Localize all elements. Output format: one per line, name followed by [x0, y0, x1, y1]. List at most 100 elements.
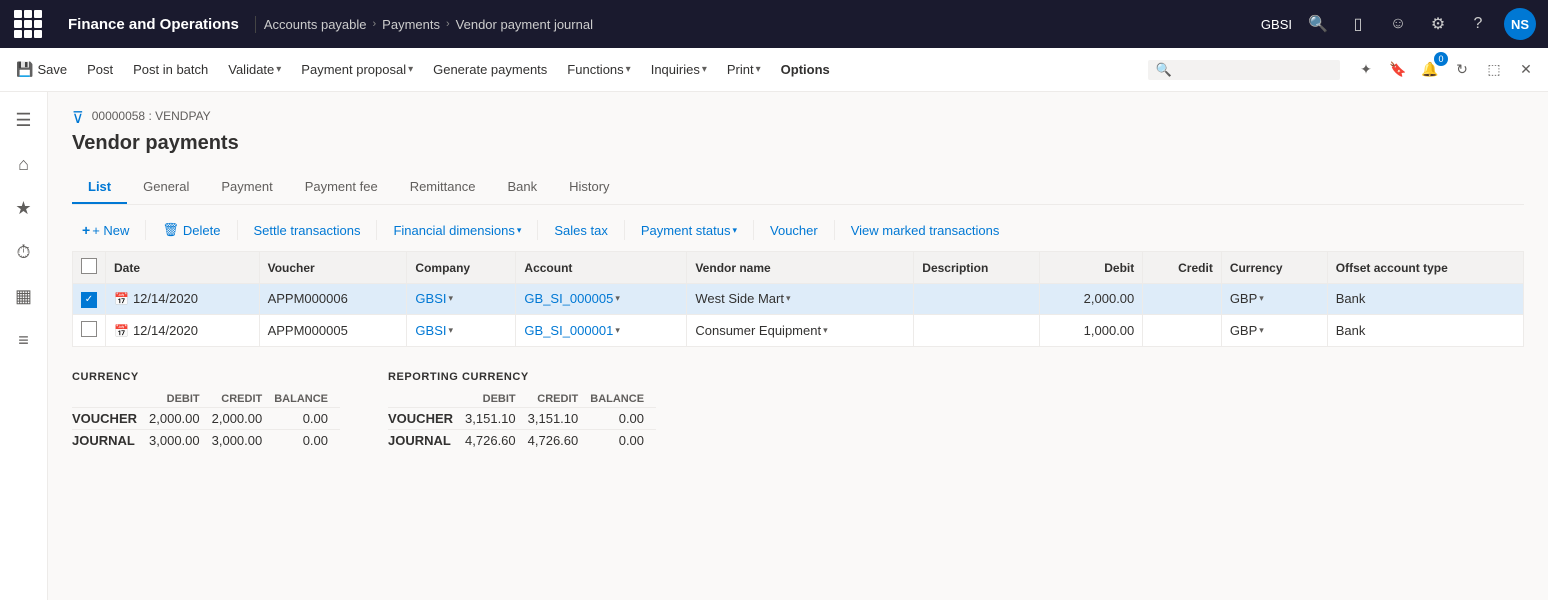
summary-credit: 3,000.00	[212, 429, 275, 451]
row-checkbox[interactable]	[81, 321, 97, 337]
settings-icon[interactable]: ⚙	[1424, 10, 1452, 38]
rc-summary-credit: 3,151.10	[528, 407, 591, 429]
sales-tax-button[interactable]: Sales tax	[544, 218, 617, 243]
search-input[interactable]	[1172, 62, 1332, 77]
vendor-caret[interactable]: ▾	[786, 293, 791, 304]
sidebar-workspace-icon[interactable]: ▦	[4, 276, 44, 316]
tab-list[interactable]: List	[72, 171, 127, 204]
row-currency: GBP ▾	[1221, 314, 1327, 346]
search-icon-top[interactable]: 🔍	[1304, 10, 1332, 38]
currency-caret[interactable]: ▾	[1259, 293, 1264, 304]
currency-summary: CURRENCY DEBIT CREDIT BALANCE VOUCHER 2,…	[72, 371, 340, 451]
table-row[interactable]: ✓ 📅12/14/2020 APPM000006 GBSI ▾ GB_SI_00…	[73, 284, 1524, 315]
tab-remittance[interactable]: Remittance	[394, 171, 492, 204]
row-checkbox[interactable]: ✓	[81, 292, 97, 308]
currency-caret[interactable]: ▾	[1259, 325, 1264, 336]
summary-section: CURRENCY DEBIT CREDIT BALANCE VOUCHER 2,…	[72, 371, 1524, 451]
view-marked-transactions-button[interactable]: View marked transactions	[841, 218, 1010, 243]
validate-button[interactable]: Validate ▾	[220, 58, 289, 81]
fin-dim-label: Financial dimensions	[393, 223, 514, 238]
account-caret[interactable]: ▾	[615, 325, 620, 336]
inquiries-button[interactable]: Inquiries ▾	[643, 58, 715, 81]
select-all-checkbox[interactable]	[81, 258, 97, 274]
row-description[interactable]	[914, 284, 1040, 315]
sales-tax-label: Sales tax	[554, 223, 607, 238]
settle-transactions-button[interactable]: Settle transactions	[244, 218, 371, 243]
tab-general[interactable]: General	[127, 171, 205, 204]
notifications-icon[interactable]: ▯	[1344, 10, 1372, 38]
row-checkbox-cell[interactable]	[73, 314, 106, 346]
bookmark-icon[interactable]: 🔖	[1384, 56, 1412, 84]
post-in-batch-button[interactable]: Post in batch	[125, 58, 216, 81]
open-new-icon[interactable]: ⬚	[1480, 56, 1508, 84]
summary-label: VOUCHER	[72, 407, 149, 429]
calendar-icon[interactable]: 📅	[114, 324, 129, 338]
sidebar-recent-icon[interactable]: ⏱	[4, 232, 44, 272]
row-checkbox-cell[interactable]: ✓	[73, 284, 106, 315]
new-icon: +	[82, 222, 90, 238]
row-company: GBSI ▾	[407, 314, 516, 346]
row-vendor-name: West Side Mart ▾	[687, 284, 914, 315]
sidebar-menu-icon[interactable]: ☰	[4, 100, 44, 140]
toolbar-search[interactable]: 🔍	[1148, 60, 1340, 80]
calendar-icon[interactable]: 📅	[114, 292, 129, 306]
close-icon[interactable]: ✕	[1512, 56, 1540, 84]
generate-payments-button[interactable]: Generate payments	[425, 58, 555, 81]
col-check[interactable]	[73, 252, 106, 284]
avatar[interactable]: NS	[1504, 8, 1536, 40]
voucher-button[interactable]: Voucher	[760, 218, 828, 243]
functions-button[interactable]: Functions ▾	[559, 58, 638, 81]
summary-balance: 0.00	[274, 429, 340, 451]
financial-dimensions-button[interactable]: Financial dimensions ▾	[383, 218, 531, 243]
breadcrumb-item-3[interactable]: Vendor payment journal	[456, 17, 593, 32]
row-description[interactable]	[914, 314, 1040, 346]
tab-history[interactable]: History	[553, 171, 625, 204]
help-icon[interactable]: ?	[1464, 10, 1492, 38]
col-offset-account-type: Offset account type	[1327, 252, 1523, 284]
row-date: 📅12/14/2020	[106, 284, 260, 315]
account-caret[interactable]: ▾	[615, 293, 620, 304]
tab-payment-fee[interactable]: Payment fee	[289, 171, 394, 204]
journal-id: 00000058 : VENDPAY	[92, 109, 211, 123]
options-button[interactable]: Options	[773, 58, 838, 81]
tab-bank[interactable]: Bank	[491, 171, 553, 204]
summary-label: JOURNAL	[72, 429, 149, 451]
table-row[interactable]: 📅12/14/2020 APPM000005 GBSI ▾ GB_SI_0000…	[73, 314, 1524, 346]
smiley-icon[interactable]: ☺	[1384, 10, 1412, 38]
main-layout: ☰ ⌂ ★ ⏱ ▦ ≡ ⊽ 00000058 : VENDPAY Vendor …	[0, 92, 1548, 600]
validate-caret: ▾	[276, 64, 281, 75]
journal-table: Date Voucher Company Account Vendor name…	[72, 251, 1524, 347]
tab-payment[interactable]: Payment	[205, 171, 288, 204]
pin-icon[interactable]: ✦	[1352, 56, 1380, 84]
breadcrumb-item-2[interactable]: Payments	[382, 17, 440, 32]
save-button[interactable]: 💾 Save	[8, 57, 75, 82]
sidebar-favorites-icon[interactable]: ★	[4, 188, 44, 228]
vendor-caret[interactable]: ▾	[823, 325, 828, 336]
top-right-area: GBSI 🔍 ▯ ☺ ⚙ ? NS	[1261, 8, 1536, 40]
print-button[interactable]: Print ▾	[719, 58, 769, 81]
badge-icon-area[interactable]: 🔔 0	[1416, 56, 1444, 84]
payment-proposal-button[interactable]: Payment proposal ▾	[293, 58, 421, 81]
inquiries-caret: ▾	[702, 64, 707, 75]
app-grid-button[interactable]	[12, 8, 44, 40]
sidebar-home-icon[interactable]: ⌂	[4, 144, 44, 184]
refresh-icon[interactable]: ↻	[1448, 56, 1476, 84]
row-credit	[1143, 314, 1222, 346]
reporting-summary-row: JOURNAL 4,726.60 4,726.60 0.00	[388, 429, 656, 451]
delete-button[interactable]: 🗑 Delete	[152, 217, 230, 243]
rc-col-balance-h: BALANCE	[590, 391, 656, 408]
action-sep-4	[537, 220, 538, 240]
col-company: Company	[407, 252, 516, 284]
row-credit	[1143, 284, 1222, 315]
company-caret[interactable]: ▾	[449, 325, 454, 336]
save-icon: 💾	[16, 61, 33, 78]
col-currency: Currency	[1221, 252, 1327, 284]
breadcrumb-item-1[interactable]: Accounts payable	[264, 17, 367, 32]
filter-icon[interactable]: ⊽	[72, 108, 84, 128]
sidebar-modules-icon[interactable]: ≡	[4, 320, 44, 360]
payment-status-button[interactable]: Payment status ▾	[631, 218, 747, 243]
col-credit: Credit	[1143, 252, 1222, 284]
company-caret[interactable]: ▾	[449, 293, 454, 304]
post-button[interactable]: Post	[79, 58, 121, 81]
new-button[interactable]: + + New	[72, 217, 139, 243]
